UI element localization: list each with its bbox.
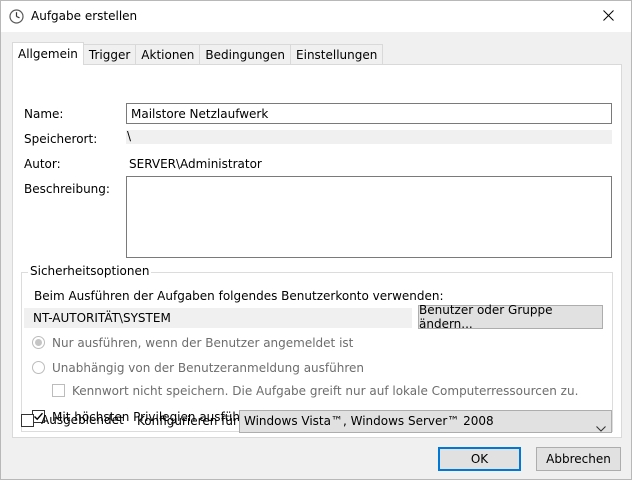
title-bar: Aufgabe erstellen <box>0 0 632 32</box>
author-value: SERVER\Administrator <box>129 157 262 171</box>
account-value: NT-AUTORITÄT\SYSTEM <box>24 308 412 328</box>
chevron-down-icon <box>596 418 606 439</box>
radio-run-independent-label: Unabhängig von der Benutzeranmeldung aus… <box>52 361 364 375</box>
dialog-body: Allgemein Trigger Aktionen Bedingungen E… <box>0 32 632 480</box>
location-value: \ <box>126 130 612 144</box>
radio-run-only-logged-on-label: Nur ausführen, wenn der Benutzer angemel… <box>52 336 354 350</box>
change-user-group-button[interactable]: Benutzer oder Gruppe ändern... <box>418 303 603 331</box>
tab-bedingungen[interactable]: Bedingungen <box>199 44 292 65</box>
close-icon <box>602 9 614 24</box>
tab-trigger[interactable]: Trigger <box>82 44 137 65</box>
configure-for-label: Konfigurieren für: <box>137 414 242 428</box>
hidden-checkbox[interactable] <box>21 414 34 427</box>
tab-allgemein[interactable]: Allgemein <box>12 42 84 65</box>
description-label: Beschreibung: <box>24 182 110 196</box>
window-title: Aufgabe erstellen <box>31 9 138 23</box>
cancel-button[interactable]: Abbrechen <box>536 447 621 471</box>
author-label: Autor: <box>24 157 61 171</box>
general-tab-panel: Name: Speicherort: \ Autor: SERVER\Admin… <box>12 64 622 438</box>
account-prompt: Beim Ausführen der Aufgaben folgendes Be… <box>34 289 444 303</box>
security-options-title: Sicherheitsoptionen <box>28 264 152 278</box>
radio-run-independent[interactable] <box>32 361 45 374</box>
configure-for-value: Windows Vista™, Windows Server™ 2008 <box>244 414 494 428</box>
no-store-password-label: Kennwort nicht speichern. Die Aufgabe gr… <box>72 384 579 398</box>
hidden-label: Ausgeblendet <box>41 413 124 427</box>
tab-einstellungen[interactable]: Einstellungen <box>290 44 384 65</box>
ok-button[interactable]: OK <box>438 447 521 471</box>
configure-for-select[interactable]: Windows Vista™, Windows Server™ 2008 <box>239 410 612 433</box>
tab-strip: Allgemein Trigger Aktionen Bedingungen E… <box>12 42 384 65</box>
name-label: Name: <box>24 107 64 121</box>
description-textarea[interactable] <box>126 176 612 258</box>
no-store-password-checkbox[interactable] <box>52 384 65 397</box>
radio-run-only-logged-on[interactable] <box>32 336 45 349</box>
close-button[interactable] <box>585 1 631 32</box>
name-input[interactable] <box>126 103 612 124</box>
tab-aktionen[interactable]: Aktionen <box>135 44 201 65</box>
location-label: Speicherort: <box>24 132 98 146</box>
task-scheduler-icon <box>9 9 24 24</box>
